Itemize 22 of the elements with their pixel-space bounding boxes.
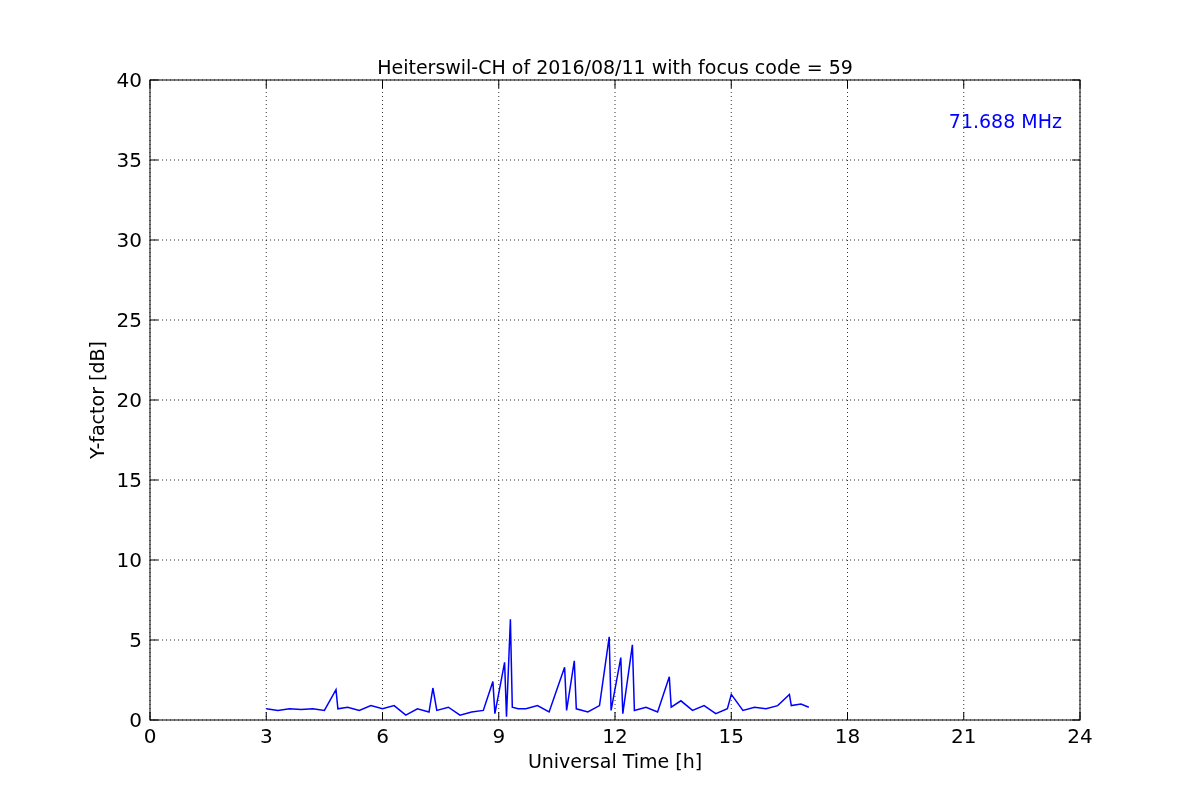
y-tick-label: 15	[116, 468, 142, 492]
x-tick-label: 18	[834, 724, 861, 748]
x-tick-label: 3	[259, 724, 273, 748]
x-tick-label: 12	[602, 724, 628, 748]
x-tick-label: 24	[1067, 724, 1093, 748]
y-axis-label: Y-factor [dB]	[86, 341, 108, 459]
x-tick-label: 15	[718, 724, 744, 748]
chart-title: Heiterswil-CH of 2016/08/11 with focus code = 59	[377, 56, 853, 78]
x-tick-label: 6	[376, 724, 389, 748]
y-tick-label: 5	[129, 628, 142, 652]
y-tick-label: 10	[116, 548, 142, 572]
y-tick-label: 35	[116, 148, 142, 172]
x-axis-label: Universal Time [h]	[527, 750, 703, 772]
x-tick-label: 9	[492, 724, 506, 748]
x-tick-label: 21	[951, 724, 977, 748]
y-tick-label: 0	[129, 708, 142, 732]
y-tick-label: 30	[116, 228, 142, 252]
y-tick-label: 20	[116, 388, 142, 412]
x-tick-label: 0	[143, 724, 157, 748]
y-tick-label: 40	[116, 68, 142, 92]
y-tick-label: 25	[116, 308, 142, 332]
frequency-annotation: 71.688 MHz	[948, 110, 1062, 132]
